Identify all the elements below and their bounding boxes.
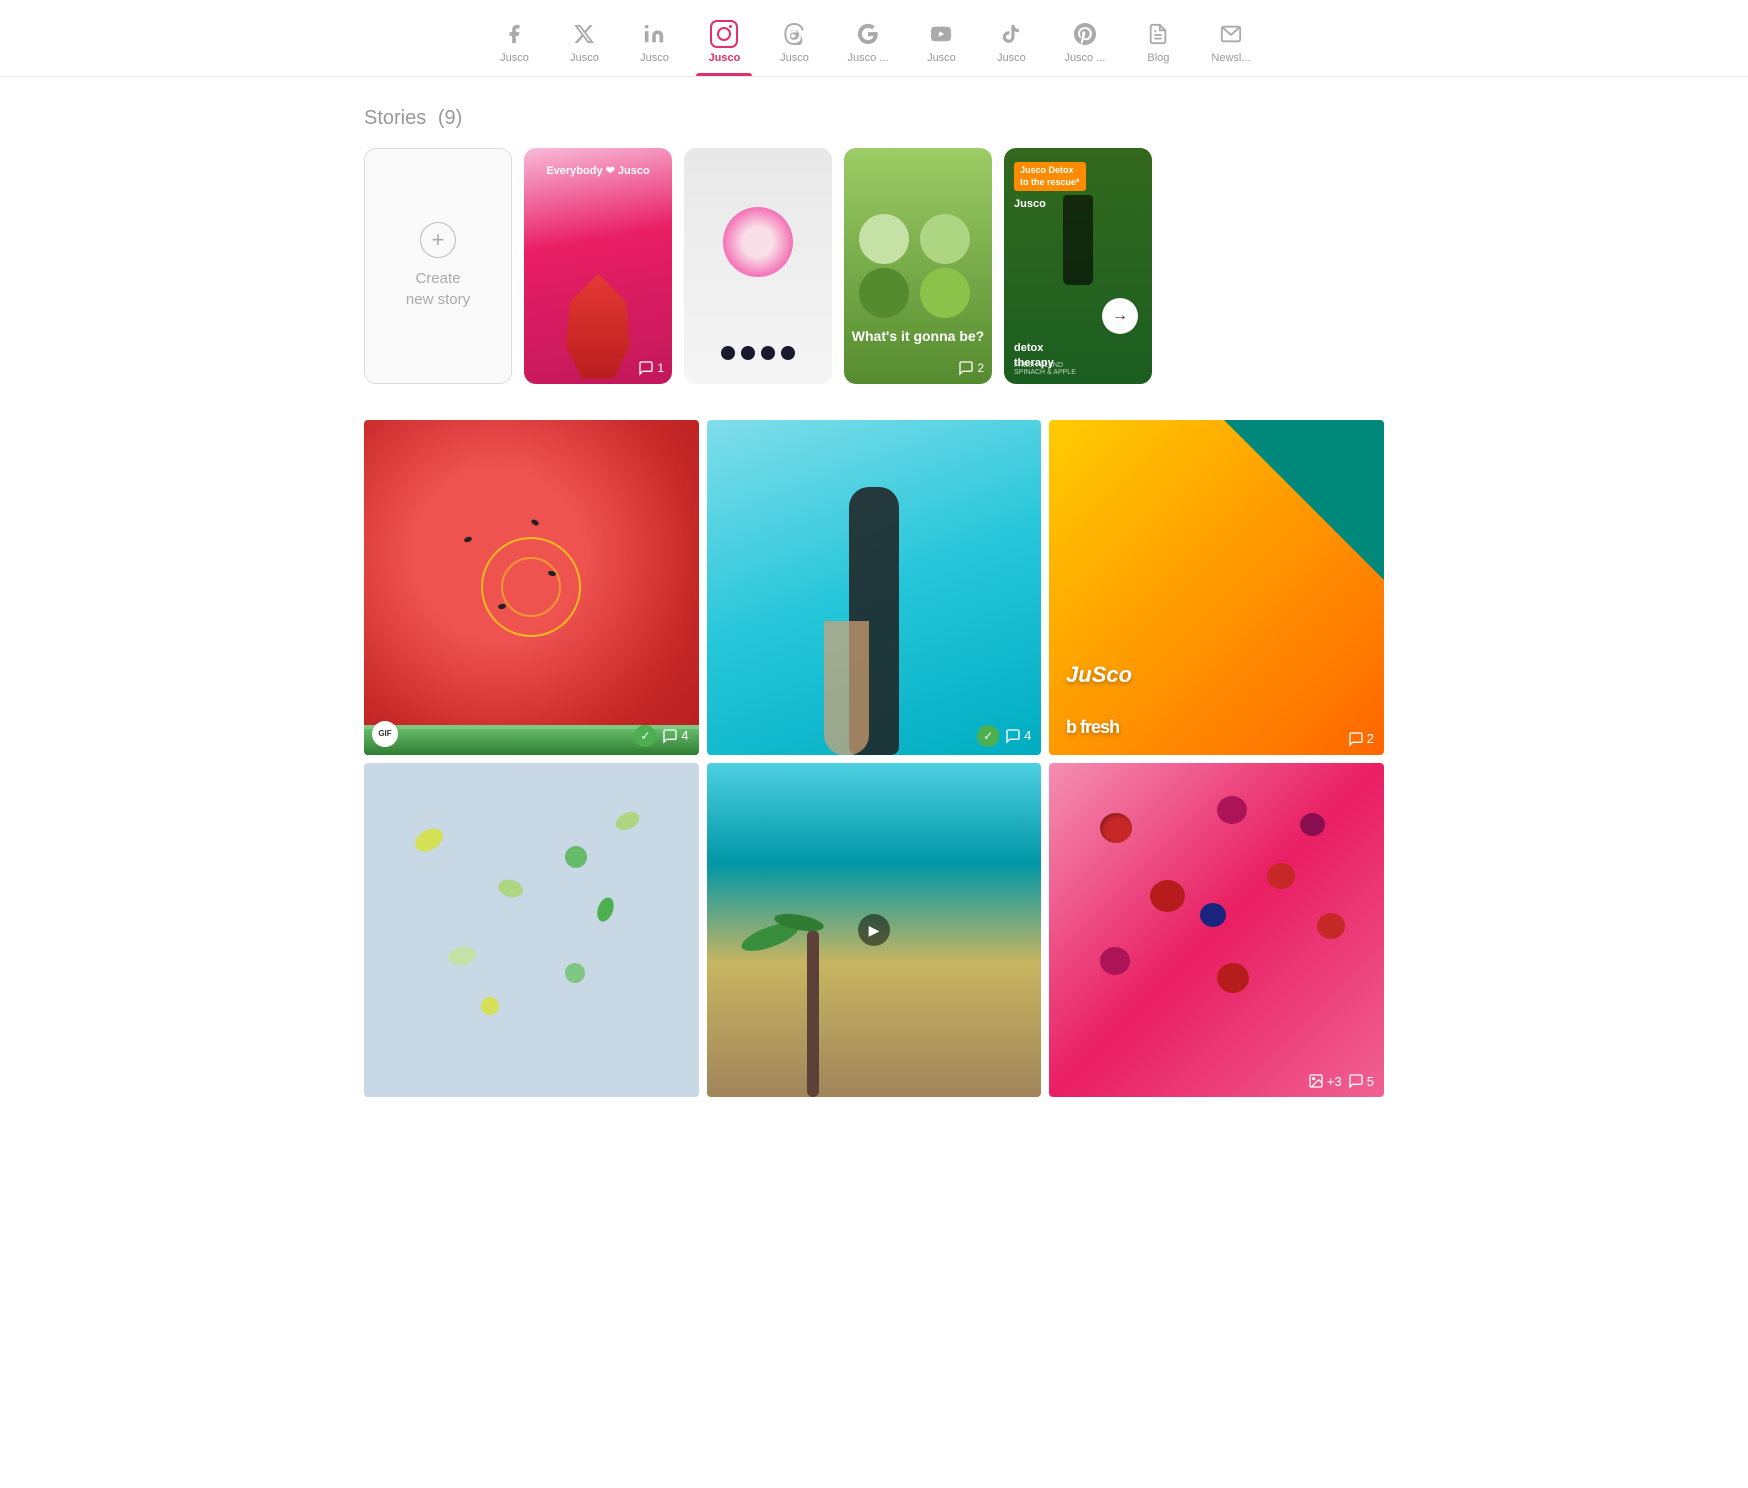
nav-label-instagram: Jusco [709, 52, 741, 64]
story-detox-small-text: FRESH BLENDSPINACH & APPLE [1014, 362, 1076, 376]
stories-title: Stories [364, 107, 426, 129]
grid-item-raspberry[interactable]: +3 5 [1049, 763, 1384, 1098]
story-comment-count-strawberry: 1 [657, 361, 664, 375]
nav-item-google[interactable]: Jusco ... [829, 12, 906, 76]
raspberry-overlay: +3 5 [1049, 1065, 1384, 1097]
grid-item-beach[interactable]: ▶ [707, 763, 1042, 1098]
newsletter-icon [1217, 20, 1245, 48]
create-story-card[interactable]: + Createnew story [364, 148, 512, 384]
nav-item-linkedin[interactable]: Jusco [619, 12, 689, 76]
story-comment-count-citrus: 2 [977, 361, 984, 375]
check-badge-bottle: ✓ [977, 725, 999, 747]
comment-count-oj: 2 [1348, 731, 1374, 747]
story-detox-brand: Jusco [1014, 198, 1046, 210]
nav-item-newsletter[interactable]: Newsl... [1193, 12, 1268, 76]
story-card-detox[interactable]: Jusco Detoxto the rescue* Jusco → detoxt… [1004, 148, 1152, 384]
twitter-icon [570, 20, 598, 48]
story-comment-badge-strawberry: 1 [638, 360, 664, 376]
facebook-icon [500, 20, 528, 48]
oj-overlay: 2 [1049, 723, 1384, 755]
nav-item-threads[interactable]: Jusco [759, 12, 829, 76]
story-detox-badge: Jusco Detoxto the rescue* [1014, 162, 1086, 191]
nav-item-twitter[interactable]: Jusco [549, 12, 619, 76]
nav-label-facebook: Jusco [500, 52, 529, 64]
bottle-overlay: ✓ 4 [707, 717, 1042, 755]
nav-item-blog[interactable]: Blog [1123, 12, 1193, 76]
nav-label-google: Jusco ... [847, 52, 888, 64]
nav-label-twitter: Jusco [570, 52, 599, 64]
google-icon [854, 20, 882, 48]
create-story-label: Createnew story [406, 268, 470, 310]
story-card-blueberry[interactable] [684, 148, 832, 384]
nav-item-instagram[interactable]: Jusco [689, 12, 759, 76]
stories-row: + Createnew story Everybody ❤ Jusco 1 [364, 148, 1384, 384]
nav-label-threads: Jusco [780, 52, 809, 64]
top-navigation: Jusco Jusco Jusco Jusco Jusco Jusco ... [0, 0, 1748, 77]
pinterest-icon [1071, 20, 1099, 48]
create-plus-icon: + [420, 222, 456, 258]
nav-item-facebook[interactable]: Jusco [479, 12, 549, 76]
grid-item-lime[interactable] [364, 763, 699, 1098]
grid-item-bottle[interactable]: ✓ 4 [707, 420, 1042, 755]
nav-item-youtube[interactable]: Jusco [906, 12, 976, 76]
main-content: Stories (9) + Createnew story Everybody … [324, 77, 1424, 1127]
nav-label-linkedin: Jusco [640, 52, 669, 64]
tiktok-icon [997, 20, 1025, 48]
posts-grid: GIF ✓ 4 ✓ 4 [364, 420, 1384, 1097]
nav-label-tiktok: Jusco [997, 52, 1026, 64]
comment-count-bottle: 4 [1005, 728, 1031, 744]
linkedin-icon [640, 20, 668, 48]
grid-item-orange-juice[interactable]: JuSco b fresh 2 [1049, 420, 1384, 755]
story-card-citrus[interactable]: What's it gonna be? 2 [844, 148, 992, 384]
comment-count-raspberry: 5 [1348, 1073, 1374, 1089]
watermelon-overlay: ✓ 4 [364, 717, 699, 755]
play-badge-beach: ▶ [858, 914, 890, 946]
story-detox-arrow: → [1102, 298, 1138, 334]
grid-item-watermelon[interactable]: GIF ✓ 4 [364, 420, 699, 755]
nav-label-youtube: Jusco [927, 52, 956, 64]
album-badge-raspberry: +3 [1308, 1073, 1342, 1089]
nav-label-pinterest: Jusco ... [1064, 52, 1105, 64]
story-overlay-everybody-loves: Everybody ❤ Jusco [524, 164, 672, 177]
blog-icon [1144, 20, 1172, 48]
youtube-icon [927, 20, 955, 48]
check-badge-watermelon: ✓ [634, 725, 656, 747]
story-overlay-whats-it: What's it gonna be? [844, 328, 992, 344]
nav-item-pinterest[interactable]: Jusco ... [1046, 12, 1123, 76]
instagram-icon [710, 20, 738, 48]
stories-count: (9) [438, 107, 462, 129]
story-card-strawberry[interactable]: Everybody ❤ Jusco 1 [524, 148, 672, 384]
nav-item-tiktok[interactable]: Jusco [976, 12, 1046, 76]
threads-icon [780, 20, 808, 48]
comment-count-watermelon: 4 [662, 728, 688, 744]
story-comment-badge-citrus: 2 [958, 360, 984, 376]
nav-label-blog: Blog [1147, 52, 1169, 64]
nav-label-newsletter: Newsl... [1211, 52, 1250, 64]
stories-header: Stories (9) [364, 107, 1384, 130]
